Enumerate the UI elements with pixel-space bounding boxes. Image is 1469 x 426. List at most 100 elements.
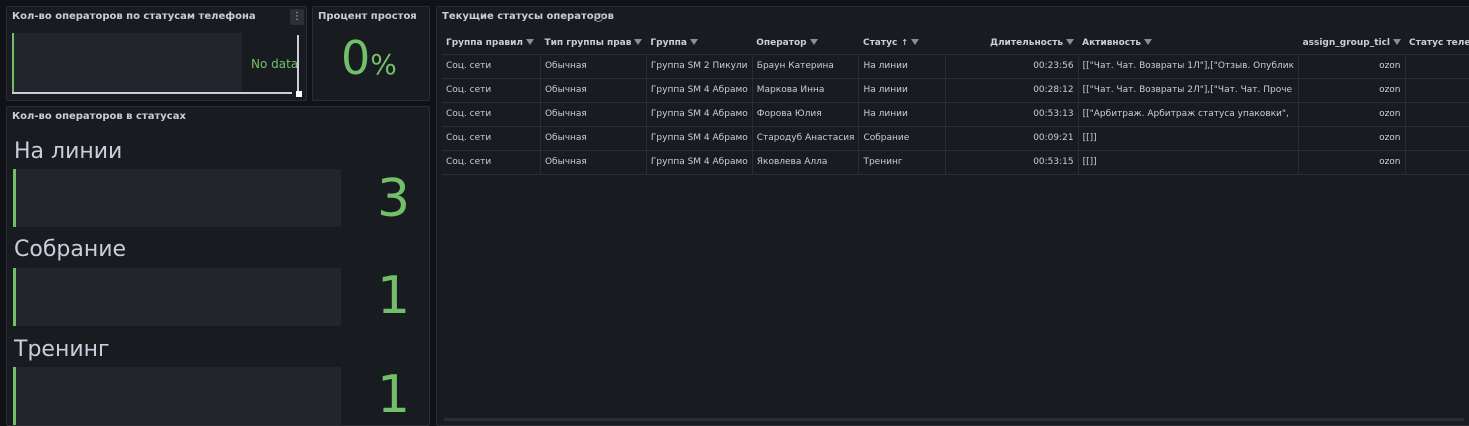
table-cell: Группа SM 4 Абрамо [646, 150, 753, 175]
table-cell: ozon [1298, 126, 1406, 151]
bar-accent [13, 268, 16, 326]
table-cell: Маркова Инна [752, 78, 860, 103]
column-header-group[interactable]: Группа [646, 32, 753, 55]
table-cell: 00:28:12 [945, 78, 1079, 103]
status-bar-meeting [13, 268, 341, 326]
table-cell: На линии [858, 54, 946, 79]
column-header-phone-status[interactable]: Статус теле [1405, 32, 1469, 55]
table-cell: [["Арбитраж. Арбитраж статуса упаковки", [1078, 102, 1300, 127]
filter-icon[interactable] [634, 39, 643, 46]
table-cell: Группа SM 4 Абрамо [646, 78, 753, 103]
status-label-on-line: На линии [14, 139, 123, 164]
table-cell: Соц. сети [442, 150, 541, 175]
table-header-row: Группа правил Тип группы прав Группа Опе… [442, 32, 1469, 55]
status-label-training: Тренинг [14, 337, 110, 362]
panel-title: Кол-во операторов по статусам телефона [12, 11, 256, 22]
column-header-label: Группа [650, 37, 687, 48]
info-icon[interactable]: i [594, 13, 603, 22]
filter-icon[interactable] [526, 39, 535, 46]
idle-percent-value: 0% [341, 35, 397, 81]
table-cell: Стародуб Анастасия [752, 126, 860, 151]
table-cell [1405, 102, 1469, 127]
column-header-label: Тип группы прав [544, 37, 632, 48]
table-row[interactable]: Соц. сети Обычная Группа SM 4 Абрамо Фор… [442, 102, 1469, 127]
table-cell: Обычная [540, 126, 647, 151]
table-cell: Форова Юлия [752, 102, 860, 127]
table-row[interactable]: Соц. сети Обычная Группа SM 4 Абрамо Ста… [442, 126, 1469, 151]
table-cell [1405, 126, 1469, 151]
panel-title: Текущие статусы операторов [442, 11, 614, 22]
column-header-label: Статус теле [1409, 37, 1469, 48]
filter-icon[interactable] [1393, 39, 1402, 46]
chart-left-bar [12, 33, 14, 93]
column-header-label: Активность [1082, 37, 1142, 48]
table-cell: Браун Катерина [752, 54, 860, 79]
panel-title: Кол-во операторов в статусах [12, 111, 186, 122]
operator-status-table-panel: Текущие статусы операторов i Группа прав… [436, 6, 1469, 426]
status-value-training: 1 [377, 365, 411, 425]
table-cell: [[]] [1078, 126, 1300, 151]
filter-icon[interactable] [689, 39, 698, 46]
table-cell: На линии [858, 102, 946, 127]
table-cell: Соц. сети [442, 102, 541, 127]
table-row[interactable]: Соц. сети Обычная Группа SM 4 Абрамо Мар… [442, 78, 1469, 103]
vertical-scrollbar[interactable] [297, 35, 299, 91]
table-cell: Собрание [858, 126, 946, 151]
table-cell: [[]] [1078, 150, 1300, 175]
filter-icon[interactable] [910, 39, 919, 46]
column-header-operator[interactable]: Оператор [752, 32, 859, 55]
table-cell: [["Чат. Чат. Возвраты 2Л"],["Чат. Чат. П… [1078, 78, 1300, 103]
table-cell: 00:23:56 [945, 54, 1079, 79]
column-header-duration[interactable]: Длительность [945, 32, 1079, 55]
phone-status-panel: Кол-во операторов по статусам телефона ⋮… [6, 6, 307, 101]
table-cell: Соц. сети [442, 126, 541, 151]
resize-handle[interactable] [296, 91, 302, 97]
idle-unit: % [370, 48, 397, 81]
kebab-icon[interactable]: ⋮ [290, 9, 304, 25]
column-header-activity[interactable]: Активность [1078, 32, 1299, 55]
table-cell: ozon [1298, 102, 1406, 127]
table-cell: Тренинг [858, 150, 946, 175]
horizontal-scrollbar[interactable] [12, 92, 292, 94]
table-cell: Обычная [540, 150, 647, 175]
column-header-status[interactable]: Статус ↑ [858, 32, 946, 55]
table-cell: Группа SM 4 Абрамо [646, 102, 753, 127]
table-cell: 00:09:21 [945, 126, 1079, 151]
filter-icon[interactable] [1144, 39, 1153, 46]
bar-accent [13, 367, 16, 425]
table-cell: Обычная [540, 78, 647, 103]
column-header-label: Статус [862, 37, 898, 48]
table-cell [1405, 78, 1469, 103]
idle-percent-panel: Процент простоя 0% [312, 6, 430, 101]
column-header-rule-group[interactable]: Группа правил [442, 32, 541, 55]
table-cell: 00:53:15 [945, 150, 1079, 175]
filter-icon[interactable] [1066, 39, 1075, 46]
table-row[interactable]: Соц. сети Обычная Группа SM 2 Пикули Бра… [442, 54, 1469, 79]
table-cell: На линии [858, 78, 946, 103]
column-header-label: Длительность [989, 37, 1064, 48]
table-cell [1405, 54, 1469, 79]
bar-accent [13, 169, 16, 227]
no-data-label: No data [251, 57, 299, 71]
table-cell [1405, 150, 1469, 175]
status-bar-training [13, 367, 341, 425]
table-row[interactable]: Соц. сети Обычная Группа SM 4 Абрамо Яко… [442, 150, 1469, 175]
status-counts-panel: Кол-во операторов в статусах На линии 3 … [6, 106, 430, 426]
column-header-label: assign_group_ticl [1302, 37, 1391, 48]
table-cell: Соц. сети [442, 54, 541, 79]
table-cell: 00:53:13 [945, 102, 1079, 127]
table-cell: Яковлева Алла [752, 150, 860, 175]
table-cell: Группа SM 2 Пикули [646, 54, 753, 79]
phone-status-chart-area [12, 33, 242, 93]
column-header-group-type[interactable]: Тип группы прав [540, 32, 647, 55]
filter-icon[interactable] [809, 39, 818, 46]
table-cell: Обычная [540, 54, 647, 79]
sort-ascending-icon[interactable]: ↑ [901, 38, 908, 47]
status-value-on-line: 3 [377, 169, 411, 229]
table-cell: [["Чат. Чат. Возвраты 1Л"],["Отзыв. Опуб… [1078, 54, 1300, 79]
column-header-label: Оператор [756, 37, 807, 48]
table-cell: Соц. сети [442, 78, 541, 103]
column-header-assign-group[interactable]: assign_group_ticl [1298, 32, 1406, 55]
table-cell: Группа SM 4 Абрамо [646, 126, 753, 151]
column-header-label: Группа правил [446, 37, 524, 48]
